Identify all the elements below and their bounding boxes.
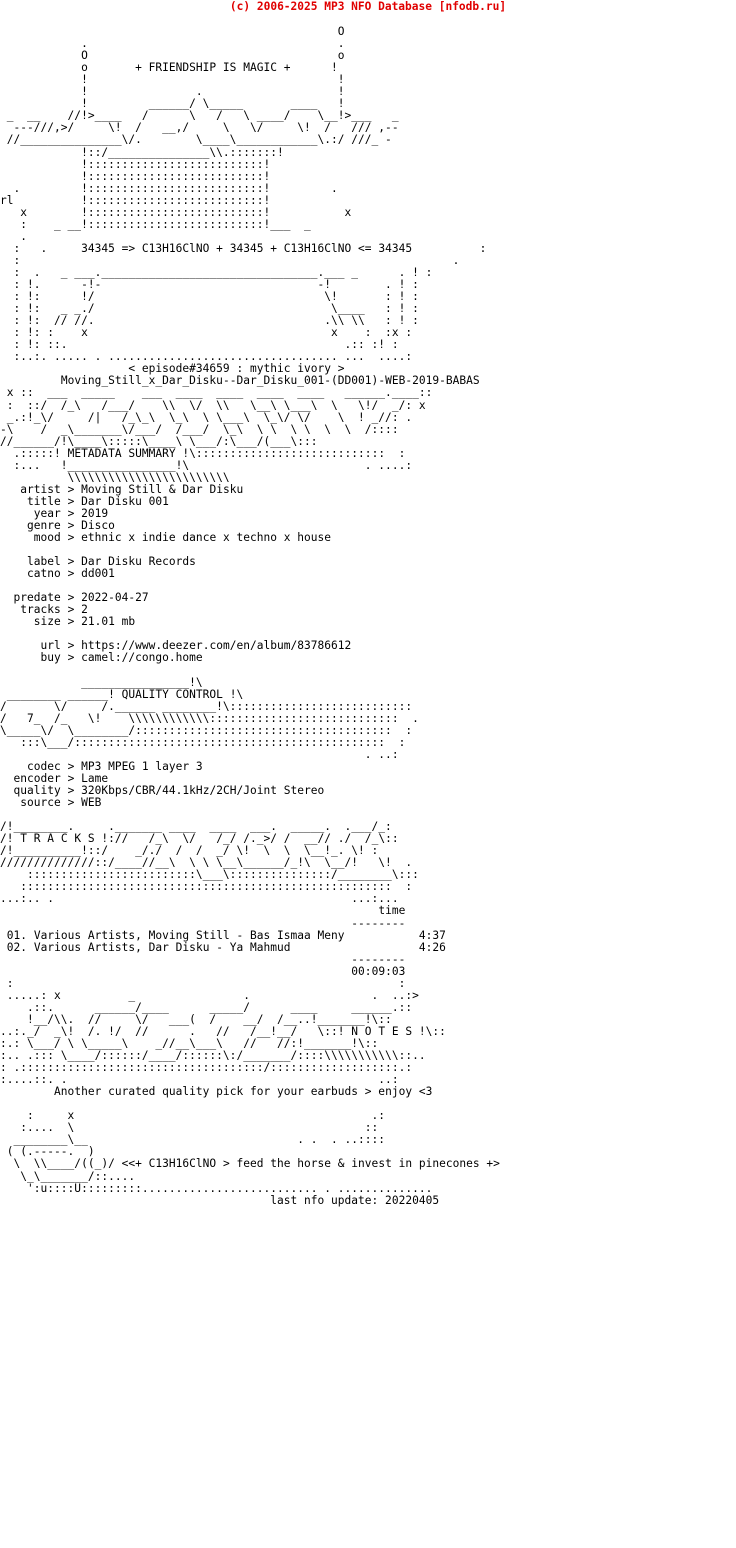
- metadata-value-mood: ethnic x indie dance x techno x house: [81, 531, 332, 545]
- tracks-label: T R A C K S: [20, 832, 95, 846]
- metadata-separator: >: [67, 531, 75, 545]
- metadata-value-catno: dd001: [81, 567, 115, 581]
- nfo-document: (c) 2006-2025 MP3 NFO Database [nfodb.ru…: [0, 0, 736, 1207]
- track-row-title: Various Artists, Moving Still - Bas Isma…: [33, 928, 345, 942]
- track-row-num: 02.: [6, 940, 28, 954]
- metadata-value-buy[interactable]: camel://congo.home: [81, 651, 203, 664]
- metadata-value-predate: 2022-04-27: [81, 591, 149, 605]
- header-art-block: O . . O o o + FRIENDSHIP IS MAGIC + ! !: [0, 25, 487, 364]
- metadata-fields: artist > Moving Still & Dar Disku title …: [0, 482, 352, 665]
- quality-value-source: WEB: [81, 796, 102, 810]
- metadata-separator: >: [67, 506, 75, 520]
- quality-value-encoder: Lame: [81, 771, 109, 785]
- quality-fields: codec > MP3 MPEG 1 layer 3 encoder > Lam…: [0, 759, 325, 810]
- notes-text: Another curated quality pick for your ea…: [54, 1085, 433, 1099]
- track-row-time: 4:26: [418, 940, 446, 954]
- quality-value-codec: MP3 MPEG 1 layer 3: [81, 759, 203, 773]
- tracklist-total-time: 00:09:03: [351, 964, 406, 978]
- tracklist: time -------- 01. Various Artists, Movin…: [0, 905, 736, 977]
- metadata-separator: >: [67, 591, 75, 605]
- metadata-value-tracks: 2: [81, 603, 88, 617]
- quality-separator: >: [67, 784, 75, 797]
- metadata-separator: >: [67, 567, 75, 581]
- last-nfo-update: last nfo update: 20220405: [270, 1193, 440, 1207]
- metadata-value-label: Dar Disku Records: [81, 555, 196, 569]
- metadata-separator: >: [67, 482, 75, 496]
- metadata-separator: >: [67, 494, 75, 508]
- metadata-separator: >: [67, 615, 75, 629]
- track-row-time: 4:37: [418, 928, 446, 942]
- metadata-separator: >: [67, 603, 75, 617]
- metadata-separator: >: [67, 639, 75, 653]
- header-formula: 34345 => C13H16ClNO + 34345 + C13H16ClNO…: [81, 241, 413, 255]
- notes-label: N O T E S: [351, 1024, 413, 1038]
- tracks-header-art: /!________. ._______ ____ ____ ___. ____…: [0, 820, 419, 906]
- site-banner: (c) 2006-2025 MP3 NFO Database [nfodb.ru…: [229, 0, 507, 13]
- quality-control-label: QUALITY CONTROL: [121, 687, 223, 701]
- quality-separator: >: [67, 796, 75, 810]
- episode-label: < episode#34659 : mythic ivory >: [128, 362, 345, 376]
- tracklist-rule-top: --------: [351, 916, 406, 930]
- quality-separator: >: [67, 771, 75, 785]
- metadata-separator: >: [67, 518, 75, 532]
- footer-update-block: last nfo update: 20220405: [0, 1193, 736, 1207]
- metadata-summary-label: METADATA SUMMARY: [67, 446, 176, 460]
- notes-header-art: : : .....: x _ . . ..:> .::. ______/____…: [0, 976, 446, 1087]
- quality-separator: >: [67, 759, 75, 773]
- metadata-value-genre: Disco: [81, 518, 115, 532]
- metadata-value-size: 21.01 mb: [81, 615, 136, 629]
- header-tagline: + FRIENDSHIP IS MAGIC +: [135, 61, 291, 75]
- metadata-value-url[interactable]: https://www.deezer.com/en/album/83786612: [81, 639, 351, 652]
- quality-control-art: ________________!\ ________ ______! QUAL…: [0, 675, 419, 761]
- quality-value-quality: 320Kbps/CBR/44.1kHz/2CH/Joint Stereo: [81, 784, 325, 797]
- metadata-separator: >: [67, 555, 75, 569]
- notes-text-block: Another curated quality pick for your ea…: [0, 1086, 736, 1098]
- track-row-num: 01.: [6, 928, 28, 942]
- metadata-summary-art: x :: ___ _____ ___ ____ ____ ____ ____ _…: [0, 386, 433, 484]
- footer-art: : x .: :.... \ :: ________\__ . . . ..::…: [6, 1109, 500, 1195]
- release-name: Moving_Still_x_Dar_Disku--Dar_Disku_001-…: [60, 374, 480, 388]
- metadata-separator: >: [67, 651, 75, 665]
- metadata-value-artist: Moving Still & Dar Disku: [81, 482, 244, 496]
- track-row-title: Various Artists, Dar Disku - Ya Mahmud: [33, 940, 291, 954]
- tracklist-rule-bottom: --------: [351, 952, 406, 966]
- metadata-value-year: 2019: [81, 506, 109, 520]
- tracklist-time-header: time: [378, 904, 406, 918]
- metadata-value-title: Dar Disku 001: [81, 494, 169, 508]
- footer-slogan: <<+ C13H16ClNO > feed the horse & invest…: [121, 1157, 500, 1171]
